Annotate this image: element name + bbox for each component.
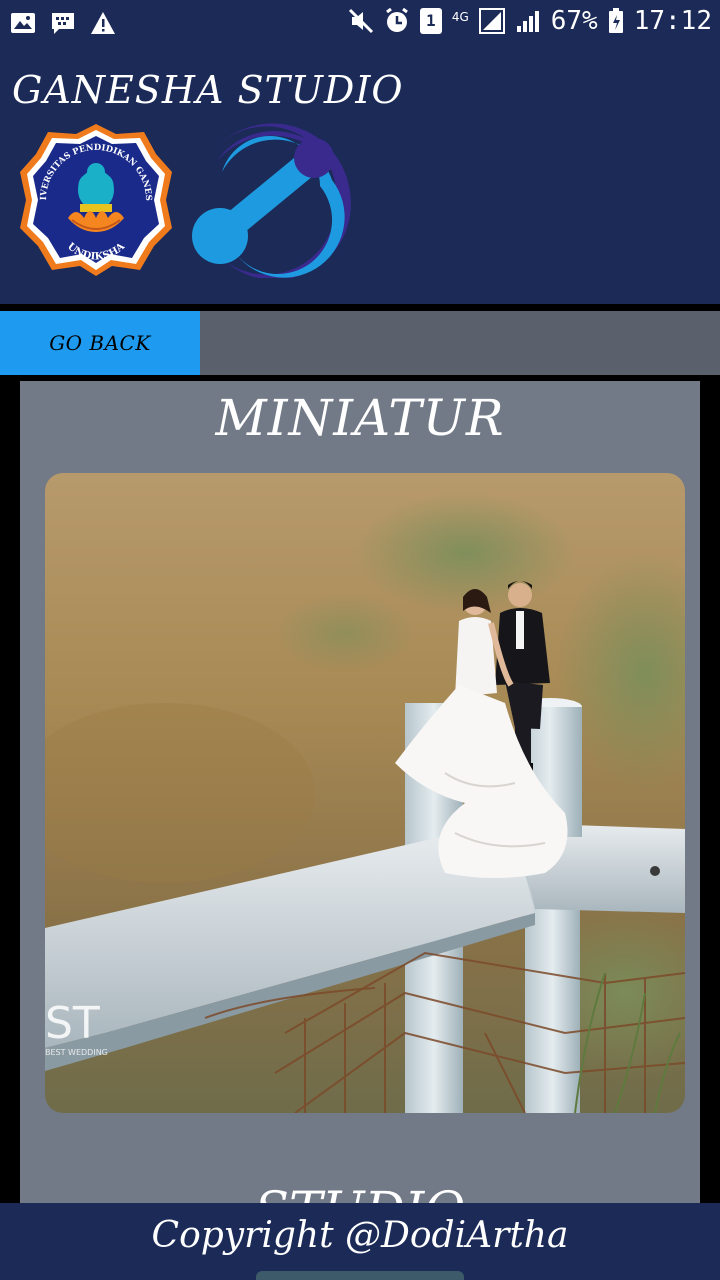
next-section-title: STUDIO <box>20 1181 700 1203</box>
warning-icon <box>91 12 115 34</box>
wifi-signal-icon <box>516 11 539 32</box>
section-title: MINIATUR <box>215 389 505 447</box>
photo-watermark: ST <box>45 998 100 1049</box>
battery-percent: 67% <box>550 6 598 36</box>
sim-badge: 1 <box>425 11 436 30</box>
clock: 17:12 <box>633 6 712 36</box>
miniature-photo[interactable]: ST BEST WEDDING <box>45 473 685 1113</box>
network-type: 4G <box>451 10 469 24</box>
app-title: GANESHA STUDIO <box>12 68 404 112</box>
alarm-icon <box>385 8 408 32</box>
system-icons: 1 4G 67% 17:12 <box>348 6 712 36</box>
notification-icons <box>10 10 116 36</box>
nav-bar: GO BACK <box>0 311 720 375</box>
mute-icon <box>348 8 373 34</box>
scroll-handle[interactable] <box>256 1271 464 1280</box>
sim-icon: 1 <box>419 8 442 34</box>
image-icon <box>11 13 35 33</box>
signal-icon <box>478 8 505 34</box>
battery-icon <box>608 8 623 33</box>
footer: Copyright @DodiArtha <box>0 1203 720 1280</box>
brand-logo <box>192 123 351 278</box>
content-panel[interactable]: MINIATUR ST BEST WEDDING <box>20 381 700 1203</box>
undiksha-logo: UNIVERSITAS PENDIDIKAN GANESHA UNDIKSHA <box>16 120 172 276</box>
photo-caption: BEST WEDDING <box>45 1048 108 1057</box>
bbm-icon <box>52 13 74 34</box>
app-header: GANESHA STUDIO UNIVERSITAS PENDIDIKAN GA… <box>0 48 720 304</box>
copyright-text: Copyright @DodiArtha <box>151 1215 569 1256</box>
status-bar: 1 4G 67% 17:12 <box>0 0 720 48</box>
go-back-button[interactable]: GO BACK <box>0 311 200 375</box>
